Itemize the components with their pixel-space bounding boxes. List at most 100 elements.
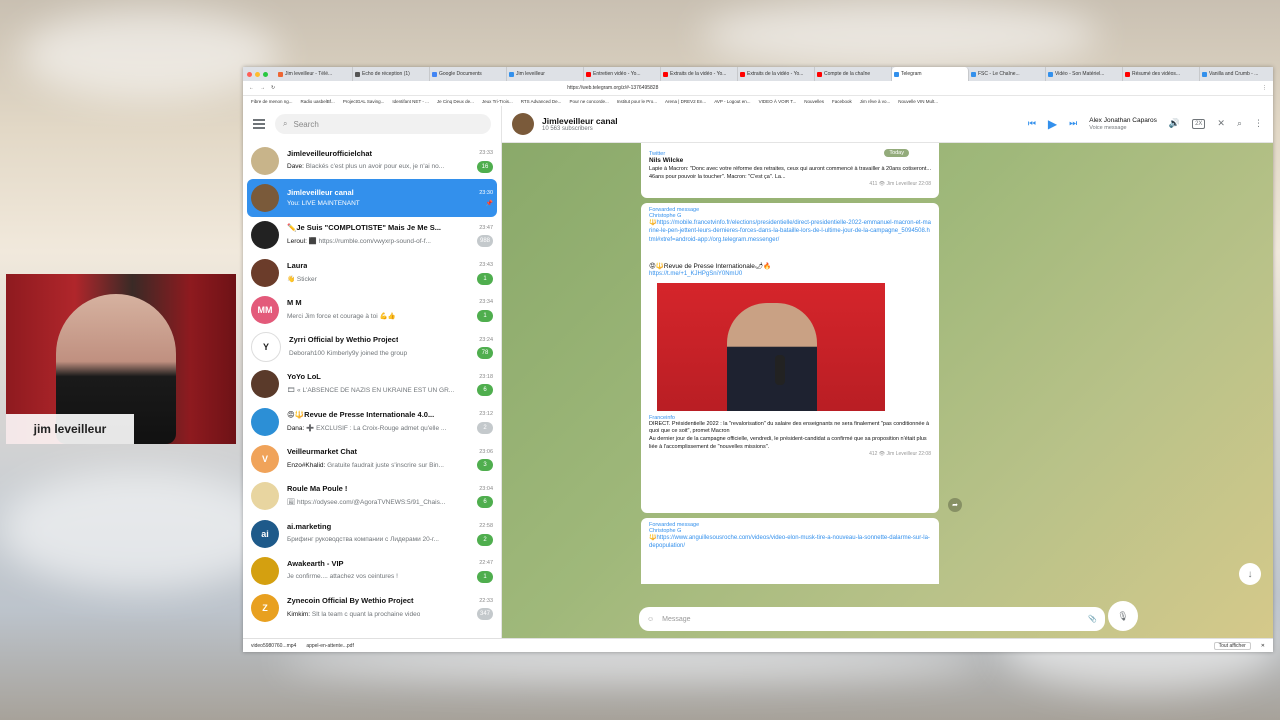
close-window-button[interactable]: [247, 71, 252, 77]
previous-track-icon[interactable]: ⏮: [1028, 118, 1036, 129]
tab-favicon-icon: [432, 71, 437, 77]
tab-favicon-icon: [355, 71, 360, 77]
menu-icon[interactable]: [253, 119, 265, 129]
play-icon[interactable]: ▶: [1048, 117, 1057, 131]
article-image[interactable]: [657, 282, 885, 411]
browser-tab[interactable]: Vanilla and Crumb - ...: [1200, 67, 1273, 81]
chat-list-item[interactable]: Jimleveilleur canal 23:30 You: LIVE MAINTE…: [247, 179, 497, 217]
bookmark-item[interactable]: Identifant NET - ...: [392, 99, 428, 104]
attach-icon[interactable]: 📎: [1088, 615, 1097, 623]
playback-speed-button[interactable]: 2X: [1192, 118, 1206, 129]
maximize-window-button[interactable]: [263, 71, 268, 77]
forward-icon[interactable]: →: [260, 85, 265, 91]
invite-link[interactable]: https://t.me/+1_KJHPgSniY0NmU0: [649, 270, 931, 278]
cloud: [0, 470, 280, 590]
message-input[interactable]: Message: [662, 616, 1080, 623]
bookmark-item[interactable]: Jim rêve à vo...: [860, 99, 891, 104]
chat-list-item[interactable]: MM M M 23:34 Merci Jim force et courage à …: [247, 291, 497, 328]
chat-preview-text: Deborah100 Kimberly9y joined the group: [289, 349, 408, 357]
bookmark-item[interactable]: Facebook: [832, 99, 852, 104]
search-chat-icon[interactable]: ⌕: [1237, 118, 1242, 129]
chat-preview: Deborah100 Kimberly9y joined the group: [289, 350, 407, 357]
message-forwarded-link[interactable]: Forwarded message Christophe G 🔱https://…: [641, 518, 939, 584]
browser-tab[interactable]: Extraits de la vidéo - Yo...: [661, 67, 738, 81]
tweet-text: Lapie à Macron: "Donc avec votre réforme…: [649, 166, 931, 180]
channel-title[interactable]: Jimleveilleur canal: [542, 116, 618, 126]
download-item[interactable]: appel-en-attente...pdf: [306, 643, 354, 649]
channel-avatar[interactable]: [512, 113, 534, 135]
chat-name: ✏️Je Suis "COMPLOTISTE" Mais Je Me S...: [287, 223, 441, 233]
browser-tab[interactable]: Extraits de la vidéo - Yo...: [738, 67, 815, 81]
chat-preview-sender: Leroul:: [287, 238, 307, 246]
share-icon[interactable]: ➦: [948, 498, 962, 512]
message-composer[interactable]: ☺ Message 📎: [639, 607, 1105, 631]
message-twitter[interactable]: Today Twitter Nils Wilcke Lapie à Macron…: [641, 143, 939, 198]
microphone-button[interactable]: 🎙: [1108, 601, 1138, 631]
next-track-icon[interactable]: ⏭: [1069, 118, 1077, 129]
chat-list-item[interactable]: 😡🔱Revue de Presse Internationale 4.0... 2…: [247, 403, 497, 440]
chat-list-item[interactable]: V Veilleurmarket Chat 23:06 Enzo#Khalid: Gr…: [247, 440, 497, 477]
chat-list-item[interactable]: Jimleveilleurofficielchat 23:33 Dave: Blac…: [247, 142, 497, 179]
more-options-icon[interactable]: ⋮: [1254, 118, 1263, 129]
chat-time: 23:18: [479, 373, 493, 380]
browser-tab[interactable]: Vidéo - Son Matériel...: [1046, 67, 1123, 81]
chat-info: ai.marketing 22:58 Брифинг руководства ко…: [287, 522, 493, 546]
browser-tab[interactable]: Echo de réception (1): [353, 67, 430, 81]
minimize-window-button[interactable]: [255, 71, 260, 77]
chat-preview-text: 🎞 « L'ABSENCE DE NAZIS EN UKRAINE EST UN…: [287, 387, 455, 395]
bookmark-item[interactable]: Nouvelles: [804, 99, 824, 104]
bookmark-item[interactable]: Institut pour le Pro...: [617, 99, 657, 104]
bookmark-item[interactable]: Je Cinq Deux de...: [437, 99, 474, 104]
browser-tab[interactable]: Telegram: [892, 67, 969, 81]
bookmark-item[interactable]: Arena | DREV2 En...: [665, 99, 706, 104]
bookmark-item[interactable]: Nouvelle VIN Mult...: [898, 99, 938, 104]
bookmark-item[interactable]: AVP - Logout en...: [714, 99, 750, 104]
chat-preview-text: ⬛ https://rumble.com/vwyxrp-sound-of-f..…: [308, 238, 431, 246]
back-icon[interactable]: ←: [249, 85, 254, 91]
bookmark-item[interactable]: VIDEO À VOIR T...: [759, 99, 797, 104]
date-badge: Today: [884, 149, 909, 157]
chat-list-item[interactable]: Z Zynecoin Official By Wethio Project 22:3…: [247, 590, 497, 627]
article-link[interactable]: 🔱https://mobile.francetvinfo.fr/election…: [649, 219, 931, 244]
volume-icon[interactable]: 🔊: [1169, 118, 1180, 129]
chat-list-item[interactable]: ai ai.marketing 22:58 Брифинг руководства …: [247, 515, 497, 552]
message-forwarded-franceinfo[interactable]: Forwarded message Christophe G 🔱https://…: [641, 203, 939, 513]
tab-label: Telegram: [901, 71, 922, 77]
player-info[interactable]: Alex Jonathan Caparos Voice message: [1089, 117, 1157, 131]
message-meta: 411 👁 Jim Leveilleur 22:08: [869, 181, 931, 188]
browser-tab[interactable]: FSC - Le Chaîne...: [969, 67, 1046, 81]
bookmark-item[interactable]: RTS Advanced De...: [521, 99, 562, 104]
browser-tab[interactable]: Jim leveilleur - Télé...: [276, 67, 353, 81]
chat-avatar: V: [251, 445, 279, 474]
browser-tab[interactable]: Google Documents: [430, 67, 507, 81]
browser-tab[interactable]: Résumé des vidéos...: [1123, 67, 1200, 81]
bookmark-item[interactable]: Fibre de menon ng...: [251, 99, 293, 104]
extensions-icon[interactable]: ⋮: [1262, 85, 1267, 91]
pin-icon: 📌: [485, 201, 493, 208]
bookmark-item[interactable]: ProjectGAL Saving...: [343, 99, 385, 104]
chat-list-item[interactable]: Laura 23:43 👋 Sticker 1: [247, 254, 497, 291]
bookmark-item[interactable]: Radio uasbelBf...: [301, 99, 335, 104]
bookmark-item[interactable]: Pour ne concorde...: [569, 99, 608, 104]
chat-list-item[interactable]: Awakearth - VIP 22:47 Je confirme.... att…: [247, 552, 497, 589]
bookmark-item[interactable]: Jeux Tri-Trois...: [482, 99, 513, 104]
chat-list-item[interactable]: YoYo LoL 23:18 🎞 « L'ABSENCE DE NAZIS EN …: [247, 366, 497, 403]
close-player-icon[interactable]: ✕: [1217, 118, 1225, 129]
browser-tab[interactable]: Compte de la chaîne: [815, 67, 892, 81]
chat-list-item[interactable]: Y Zyrri Official by Wethio Project 23:24 D…: [247, 328, 497, 365]
show-all-downloads-button[interactable]: Tout afficher: [1213, 641, 1251, 650]
close-downloads-icon[interactable]: ✕: [1261, 643, 1265, 649]
chat-list-item[interactable]: Roule Ma Poule ! 23:04 🖼 https://odysee.c…: [247, 478, 497, 515]
emoji-icon[interactable]: ☺: [647, 616, 654, 623]
chat-list-item[interactable]: ✏️Je Suis "COMPLOTISTE" Mais Je Me S... 2…: [247, 217, 497, 254]
video-link[interactable]: 🔱https://www.anguillesousroche.com/video…: [649, 534, 931, 551]
download-item[interactable]: video5980760...mp4: [251, 643, 296, 649]
reload-icon[interactable]: ↻: [271, 85, 275, 91]
unread-badge: 347: [477, 608, 493, 621]
url-field[interactable]: https://web.telegram.org/z/#-1376495828: [281, 85, 1256, 91]
browser-tab[interactable]: Entretien vidéo - Yo...: [584, 67, 661, 81]
browser-tab[interactable]: Jim leveilleur: [507, 67, 584, 81]
tab-label: Vanilla and Crumb - ...: [1209, 71, 1259, 77]
scroll-down-button[interactable]: ↓: [1239, 563, 1261, 585]
search-input[interactable]: ⌕ Search: [275, 114, 491, 134]
